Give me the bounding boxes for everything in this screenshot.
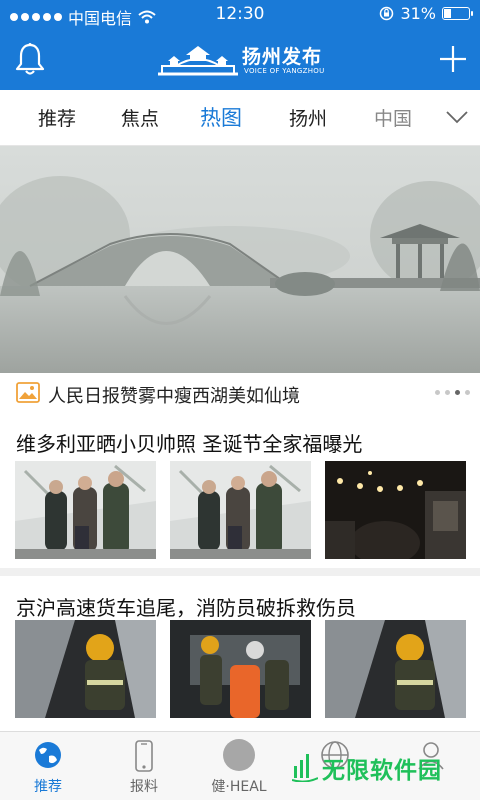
globe-icon bbox=[35, 742, 61, 768]
nav-health[interactable]: 健·HEAL bbox=[194, 732, 284, 800]
hero-image[interactable] bbox=[0, 146, 480, 373]
hero-caption-row[interactable]: 人民日报赞雾中瘦西湖美如仙境 bbox=[0, 373, 480, 413]
battery-info: 31% bbox=[379, 4, 473, 23]
family-photo-thumbnail[interactable] bbox=[170, 461, 311, 559]
pavilion-logo-icon bbox=[158, 46, 238, 76]
logo-subtitle: VOICE OF YANGZHOU bbox=[244, 67, 325, 75]
tab-hot-pictures[interactable]: 热图 bbox=[200, 102, 242, 132]
rescue-photo-thumbnail[interactable] bbox=[15, 620, 156, 718]
night-lights-thumbnail[interactable] bbox=[325, 461, 466, 559]
pager-dot bbox=[455, 390, 460, 395]
nav-recommend[interactable]: 推荐 bbox=[3, 732, 93, 800]
pager-dot bbox=[445, 390, 450, 395]
app-logo: 扬州发布 VOICE OF YANGZHOU bbox=[156, 40, 326, 78]
signal-bars-logo-icon bbox=[292, 754, 318, 782]
chevron-down-icon[interactable] bbox=[446, 110, 468, 124]
article-card[interactable]: 京沪高速货车追尾，消防员破拆救伤员 bbox=[0, 578, 480, 728]
hero-caption: 人民日报赞雾中瘦西湖美如仙境 bbox=[48, 386, 300, 407]
misty-lake-bridge-image bbox=[0, 146, 480, 373]
thumbnail-row bbox=[15, 620, 466, 718]
status-bar: 中国电信 12:30 31% bbox=[0, 0, 480, 28]
rotation-lock-icon bbox=[380, 6, 394, 21]
article-title: 维多利亚晒小贝帅照 圣诞节全家福曝光 bbox=[16, 432, 363, 456]
app-header: 中国电信 12:30 31% 扬州发布 VOICE OF YANGZHOU bbox=[0, 0, 480, 90]
tab-china[interactable]: 中国 bbox=[374, 104, 412, 131]
rescue-photo-thumbnail[interactable] bbox=[170, 620, 311, 718]
carousel-pager bbox=[435, 390, 470, 395]
image-icon bbox=[16, 382, 40, 403]
bell-icon[interactable] bbox=[14, 42, 46, 76]
logo-title: 扬州发布 bbox=[242, 46, 323, 68]
tab-yangzhou[interactable]: 扬州 bbox=[289, 104, 327, 131]
nav-report[interactable]: 报料 bbox=[99, 732, 189, 800]
nav-health-label: 健·HEAL bbox=[211, 779, 267, 795]
tab-focus[interactable]: 焦点 bbox=[121, 104, 159, 131]
plus-icon[interactable] bbox=[438, 44, 468, 74]
nav-recommend-label: 推荐 bbox=[34, 779, 62, 795]
battery-percent: 31% bbox=[400, 4, 436, 23]
phone-icon bbox=[135, 740, 153, 772]
site-watermark: 无限软件园 bbox=[292, 748, 442, 788]
rescue-photo-thumbnail[interactable] bbox=[325, 620, 466, 718]
nav-report-label: 报料 bbox=[130, 779, 158, 795]
watermark-text: 无限软件园 bbox=[322, 758, 442, 784]
article-card[interactable]: 维多利亚晒小贝帅照 圣诞节全家福曝光 bbox=[0, 414, 480, 576]
family-photo-thumbnail[interactable] bbox=[15, 461, 156, 559]
tab-recommend[interactable]: 推荐 bbox=[38, 104, 76, 131]
pager-dot bbox=[465, 390, 470, 395]
category-tabs: 推荐 焦点 热图 扬州 中国 bbox=[0, 90, 480, 146]
article-title: 京沪高速货车追尾，消防员破拆救伤员 bbox=[16, 596, 356, 620]
pager-dot bbox=[435, 390, 440, 395]
battery-icon bbox=[442, 7, 473, 20]
thumbnail-row bbox=[15, 461, 466, 559]
circle-icon bbox=[223, 739, 255, 771]
